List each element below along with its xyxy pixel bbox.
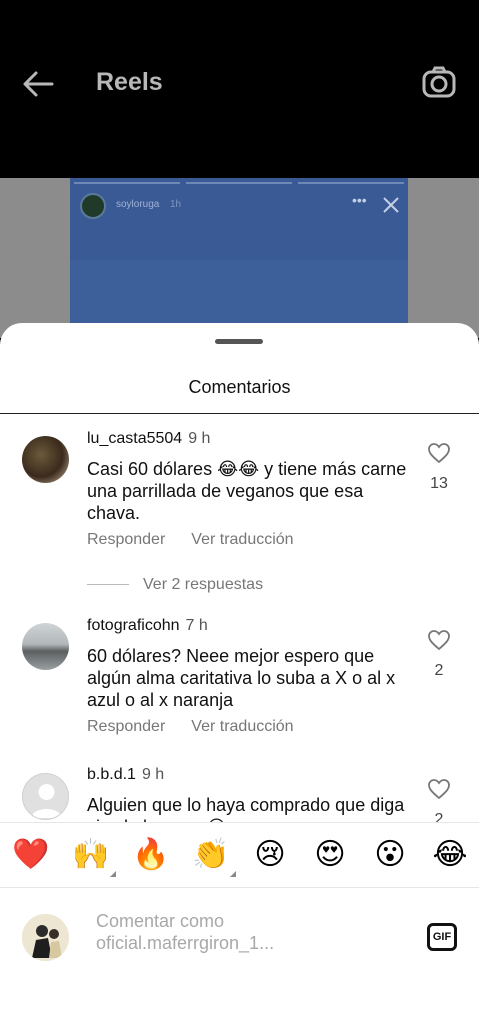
heart-icon[interactable]	[427, 778, 451, 800]
comment-composer: Comentar como oficial.maferrgiron_1... G…	[0, 888, 479, 1024]
camera-icon[interactable]	[422, 66, 456, 98]
top-bar: Reels	[0, 0, 479, 178]
comment-body: 60 dólares? Neee mejor espero que algún …	[87, 646, 396, 710]
emoji-raised-hands[interactable]: 🙌	[72, 837, 116, 877]
emoji-raised-hands-glyph[interactable]: 🙌	[72, 838, 109, 871]
comment-actions: Responder Ver traducción	[87, 718, 320, 736]
reply-button[interactable]: Responder	[87, 718, 165, 735]
heart-icon[interactable]	[427, 442, 451, 464]
comment-actions: Responder Ver traducción	[87, 531, 320, 549]
my-avatar-image	[22, 914, 69, 961]
comment-username[interactable]: lu_casta5504 9 h	[87, 430, 210, 448]
comment-time: 9 h	[141, 766, 165, 783]
reel-preview-upper	[70, 178, 408, 260]
username-text[interactable]: lu_casta5504	[87, 430, 182, 447]
close-icon[interactable]	[382, 196, 400, 214]
emoji-surprised[interactable]: 😮	[372, 837, 408, 873]
skin-tone-indicator	[230, 871, 236, 877]
more-options-icon[interactable]: •••	[352, 192, 367, 208]
reel-preview[interactable]: soyloruga 1h •••	[70, 178, 408, 338]
avatar[interactable]	[22, 623, 69, 670]
reply-button[interactable]: Responder	[87, 531, 165, 548]
comment-time: 9 h	[188, 430, 211, 447]
my-avatar	[22, 914, 69, 961]
like-control[interactable]: 2	[427, 629, 451, 680]
story-progress-1	[74, 182, 180, 184]
emoji-heart-eyes[interactable]: 😍	[312, 837, 348, 873]
like-count: 13	[430, 475, 448, 492]
emoji-crying[interactable]: 😢	[252, 837, 288, 873]
avatar[interactable]	[22, 773, 69, 820]
translate-button[interactable]: Ver traducción	[191, 718, 293, 735]
story-progress-3	[186, 182, 292, 184]
story-username: soyloruga	[116, 199, 160, 210]
emoji-laughing[interactable]: 😂	[432, 837, 468, 873]
emoji-clap[interactable]: 👏	[192, 837, 236, 877]
comment-time: 7 h	[185, 617, 208, 634]
emoji-bar: ❤️ 🙌 🔥 👏 😢 😍 😮 😂	[0, 822, 479, 888]
emoji-clap-glyph[interactable]: 👏	[192, 838, 229, 871]
comment-username[interactable]: b.b.d.1 9 h	[87, 766, 164, 784]
view-replies-button[interactable]: Ver 2 respuestas	[87, 576, 263, 594]
avatar[interactable]	[22, 436, 69, 483]
like-count: 2	[434, 662, 444, 679]
gif-button[interactable]: GIF	[427, 923, 457, 951]
story-avatar	[80, 193, 106, 219]
like-control[interactable]: 13	[427, 442, 451, 493]
emoji-heart[interactable]: ❤️	[12, 837, 49, 873]
sheet-handle[interactable]	[215, 339, 263, 344]
username-text[interactable]: fotograficohn	[87, 617, 180, 634]
divider	[0, 413, 479, 414]
replies-line	[87, 584, 129, 586]
story-time: 1h	[170, 199, 182, 210]
default-avatar-icon	[31, 784, 62, 818]
comment-input[interactable]: Comentar como oficial.maferrgiron_1...	[96, 910, 396, 954]
comment-body: Casi 60 dólares 😂😂 y tiene más carne una…	[87, 459, 407, 523]
comment-username[interactable]: fotograficohn 7 h	[87, 617, 208, 635]
sheet-title: Comentarios	[188, 377, 291, 397]
skin-tone-indicator	[110, 871, 116, 877]
translate-button[interactable]: Ver traducción	[191, 531, 293, 548]
story-progress-4	[298, 182, 404, 184]
page-title: Reels	[96, 68, 163, 96]
view-replies-label[interactable]: Ver 2 respuestas	[143, 576, 263, 593]
emoji-fire[interactable]: 🔥	[132, 837, 169, 873]
heart-icon[interactable]	[427, 629, 451, 651]
back-arrow-icon[interactable]	[22, 70, 54, 98]
username-text[interactable]: b.b.d.1	[87, 766, 136, 783]
